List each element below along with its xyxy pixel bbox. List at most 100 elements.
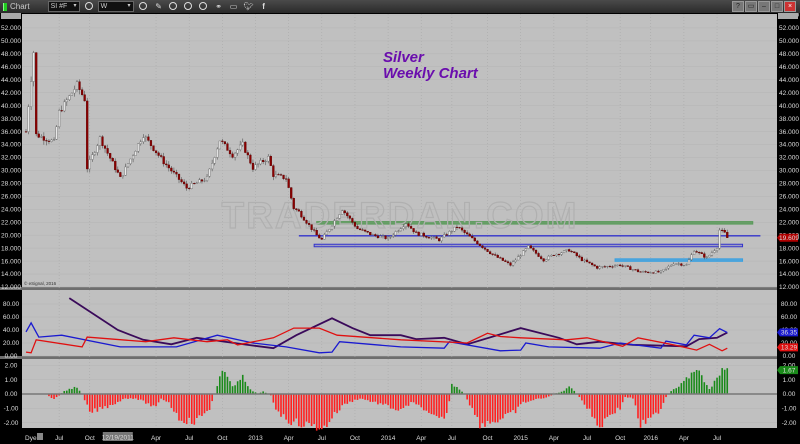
- candle-up: [555, 253, 558, 256]
- histogram-bar-negative: [402, 394, 405, 408]
- histogram-bar-negative: [150, 394, 152, 407]
- alert-icon[interactable]: [198, 1, 209, 12]
- candle-down: [37, 133, 40, 138]
- candle-up: [392, 234, 395, 237]
- candle-up: [236, 149, 239, 154]
- last-price-value: 19.609: [779, 235, 799, 242]
- zoom-icon[interactable]: [168, 1, 179, 12]
- facebook-icon[interactable]: f: [259, 2, 269, 12]
- histogram-bar-positive: [221, 370, 224, 394]
- candle-down: [364, 229, 367, 232]
- esignal-copyright: © eSignal, 2016: [24, 280, 57, 286]
- histogram-bar-negative: [504, 394, 507, 414]
- histogram-bar-positive: [680, 383, 683, 394]
- histogram-bar-positive: [451, 383, 453, 394]
- pencil-icon[interactable]: ✎: [154, 2, 164, 12]
- histogram-bar-positive: [678, 386, 680, 394]
- symbol-settings-icon[interactable]: [84, 1, 95, 12]
- candle-up: [662, 269, 665, 272]
- histogram-bar-negative: [430, 394, 433, 415]
- candle-up: [330, 225, 334, 230]
- histogram-bar-negative: [502, 394, 504, 419]
- left-price-tick: 22.000: [1, 219, 21, 226]
- link-icon[interactable]: ⚭: [214, 2, 224, 12]
- histogram-bar-negative: [468, 394, 471, 406]
- candle-up: [52, 139, 56, 141]
- left-price-tick: 40.000: [1, 103, 21, 110]
- histogram-bar-negative: [593, 394, 596, 419]
- annotation-silver[interactable]: Silver: [383, 49, 425, 66]
- histogram-bar-negative: [634, 394, 637, 406]
- candle-up: [677, 263, 680, 265]
- histogram-bar-negative: [512, 394, 514, 411]
- symbol-dropdown[interactable]: SI #F ▾: [47, 1, 80, 12]
- time-axis-label: Oct: [85, 435, 95, 442]
- histogram-bar-negative: [517, 394, 519, 407]
- maximize-button[interactable]: □: [771, 1, 783, 12]
- candle-down: [619, 264, 622, 266]
- window-title: Chart: [10, 2, 30, 11]
- candle-down: [468, 233, 471, 237]
- minimize-button[interactable]: –: [758, 1, 770, 12]
- dmi-red-value: 13.29: [781, 345, 798, 352]
- right-price-tick: 16.000: [779, 258, 799, 265]
- close-button[interactable]: ×: [784, 1, 796, 12]
- pane-separator[interactable]: [0, 356, 777, 359]
- histogram-bar-negative: [514, 394, 517, 414]
- histogram-bar-positive: [570, 388, 573, 394]
- candle-up: [144, 136, 147, 138]
- interval-dropdown[interactable]: W ▾: [97, 1, 134, 12]
- comment-icon[interactable]: ▭: [229, 2, 239, 12]
- candle-up: [195, 182, 198, 184]
- candle-up: [267, 156, 270, 162]
- candle-up: [256, 163, 260, 165]
- horizontal-level-box-16.2[interactable]: [614, 258, 744, 262]
- annotation-weekly-chart[interactable]: Weekly Chart: [383, 65, 479, 82]
- histogram-bar-negative: [479, 394, 481, 429]
- histogram-bar-negative: [349, 394, 351, 402]
- left-price-tick: 14.000: [1, 271, 21, 278]
- candle-down: [680, 263, 683, 266]
- candle-down: [180, 179, 183, 183]
- candle-down: [269, 156, 272, 166]
- candle-down: [346, 212, 349, 217]
- left-price-tick: 28.000: [1, 181, 21, 188]
- interval-settings-icon[interactable]: [138, 1, 149, 12]
- histogram-bar-negative: [122, 394, 124, 400]
- twitter-icon[interactable]: 🐦︎: [244, 2, 254, 12]
- histogram-bar-positive: [234, 385, 236, 394]
- candle-down: [611, 266, 614, 268]
- target-icon[interactable]: [183, 1, 194, 12]
- candle-down: [78, 81, 81, 90]
- histogram-bar-positive: [239, 379, 241, 394]
- time-axis-label: Oct: [350, 435, 360, 442]
- histogram-bar-positive: [706, 385, 708, 394]
- time-axis-toggle-button[interactable]: [37, 433, 43, 440]
- histogram-bar-negative: [443, 394, 445, 419]
- candle-up: [387, 236, 390, 239]
- histogram-bar-negative: [275, 394, 277, 410]
- chart-canvas[interactable]: TRADERDAN.COM Silver Weekly Chart © eSig…: [0, 13, 800, 444]
- histogram-bar-negative: [282, 394, 285, 415]
- candle-up: [642, 271, 645, 273]
- candle-down: [80, 89, 84, 95]
- histogram-bar-negative: [489, 394, 491, 424]
- histogram-bar-negative: [178, 394, 180, 421]
- candle-up: [670, 265, 673, 267]
- histogram-bar-negative: [509, 394, 512, 413]
- time-axis-label: Apr: [679, 435, 690, 442]
- candle-up: [126, 163, 130, 168]
- candle-down: [157, 152, 160, 156]
- candle-up: [254, 164, 257, 170]
- help-button[interactable]: ?: [732, 1, 744, 12]
- pane-separator[interactable]: [0, 287, 777, 290]
- histogram-bar-negative: [392, 394, 394, 409]
- left-price-tick: 52.000: [1, 25, 21, 32]
- restore-button[interactable]: ▭: [745, 1, 757, 12]
- candle-down: [506, 261, 510, 263]
- candle-down: [111, 158, 114, 162]
- histogram-bar-negative: [649, 394, 652, 418]
- candle-up: [524, 248, 527, 251]
- histogram-bar-negative: [644, 394, 647, 424]
- right-price-tick: 42.000: [779, 90, 799, 97]
